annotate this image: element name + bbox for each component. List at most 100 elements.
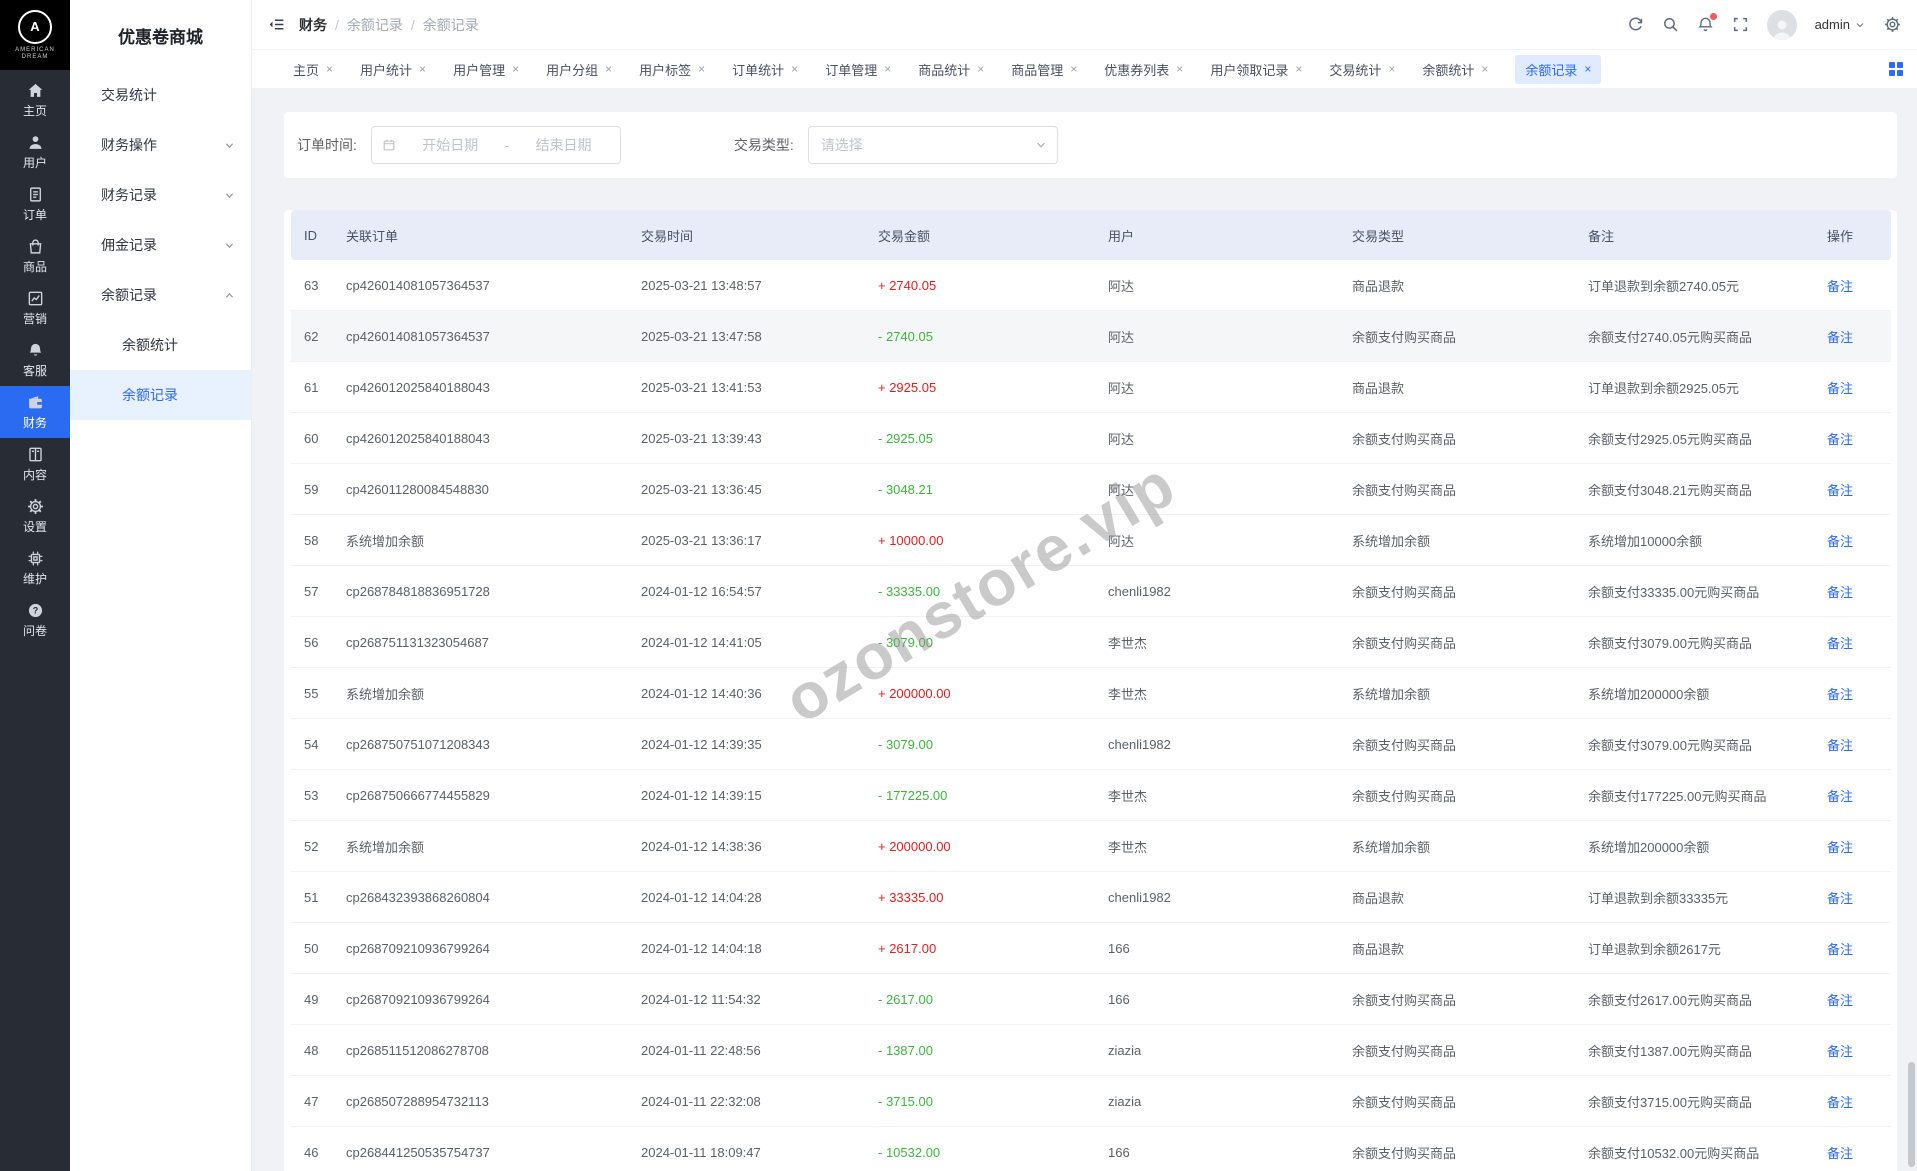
remark-action-link[interactable]: 备注 — [1827, 381, 1853, 396]
sidebar-subitem[interactable]: 余额统计 — [70, 320, 251, 370]
filter-card: 订单时间: 开始日期 - 结束日期 交易类型: 请选择 — [284, 112, 1897, 178]
tab-close-icon[interactable]: × — [605, 63, 612, 75]
tab-close-icon[interactable]: × — [326, 63, 333, 75]
main: 财务 / 余额记录 / 余额记录 — [252, 0, 1917, 1171]
rail-item-goods[interactable]: 商品 — [0, 230, 70, 282]
row-amount: + 200000.00 — [878, 821, 1108, 872]
app-logo[interactable]: A AMERICANDREAM — [0, 0, 70, 70]
remark-action-link[interactable]: 备注 — [1827, 993, 1853, 1008]
remark-action-link[interactable]: 备注 — [1827, 738, 1853, 753]
tab[interactable]: 用户管理× — [453, 55, 519, 84]
trade-type-select[interactable]: 请选择 — [808, 126, 1058, 164]
rail-item-service[interactable]: 客服 — [0, 334, 70, 386]
tab[interactable]: 订单统计× — [732, 55, 798, 84]
date-range-input[interactable]: 开始日期 - 结束日期 — [371, 126, 621, 164]
tab[interactable]: 商品管理 × — [1011, 55, 1077, 84]
sidebar-subitem[interactable]: 余额记录 — [70, 370, 251, 420]
remark-action-link[interactable]: 备注 — [1827, 279, 1853, 294]
sidebar-item[interactable]: 财务记录 — [70, 170, 251, 220]
notifications-bell-icon[interactable] — [1697, 16, 1714, 33]
remark-action-link[interactable]: 备注 — [1827, 687, 1853, 702]
remark-action-link[interactable]: 备注 — [1827, 636, 1853, 651]
breadcrumb: 财务 / 余额记录 / 余额记录 — [299, 15, 479, 35]
remark-action-link[interactable]: 备注 — [1827, 483, 1853, 498]
tab-close-icon[interactable]: × — [698, 63, 705, 75]
tab-close-icon[interactable]: × — [884, 63, 891, 75]
rail-item-finance[interactable]: 财务 — [0, 386, 70, 438]
user-menu[interactable]: admin — [1815, 17, 1866, 32]
remark-action-link[interactable]: 备注 — [1827, 891, 1853, 906]
remark-action-link[interactable]: 备注 — [1827, 1095, 1853, 1110]
row-type: 商品退款 — [1352, 362, 1588, 413]
rail-item-maintenance[interactable]: 维护 — [0, 542, 70, 594]
remark-action-link[interactable]: 备注 — [1827, 534, 1853, 549]
refresh-icon[interactable] — [1627, 16, 1644, 33]
tab-close-icon[interactable]: × — [419, 63, 426, 75]
content: 订单时间: 开始日期 - 结束日期 交易类型: 请选择 — [252, 88, 1917, 1171]
end-date-placeholder: 结束日期 — [517, 135, 610, 155]
tab-close-icon[interactable]: × — [1176, 63, 1183, 75]
tab[interactable]: 交易统计× — [1329, 55, 1395, 84]
svg-text:?: ? — [32, 606, 38, 616]
tab-close-icon[interactable]: × — [791, 63, 798, 75]
fullscreen-icon[interactable] — [1732, 16, 1749, 33]
remark-action-link[interactable]: 备注 — [1827, 1044, 1853, 1059]
row-time: 2024-01-12 14:04:18 — [641, 923, 878, 974]
tab-close-icon[interactable]: × — [512, 63, 519, 75]
rail-item-survey[interactable]: ?问卷 — [0, 594, 70, 646]
row-actions: 备注 — [1827, 923, 1891, 974]
page: A AMERICANDREAM 主页用户订单商品营销客服财务内容设置维护?问卷 … — [0, 0, 1917, 1171]
scrollbar-thumb[interactable] — [1908, 1062, 1915, 1167]
rail-item-home[interactable]: 主页 — [0, 74, 70, 126]
sidebar-item[interactable]: 余额记录 — [70, 270, 251, 320]
remark-action-link[interactable]: 备注 — [1827, 585, 1853, 600]
remark-action-link[interactable]: 备注 — [1827, 330, 1853, 345]
row-order: cp268511512086278708 — [346, 1025, 641, 1076]
tab[interactable]: 用户标签× — [639, 55, 705, 84]
tab-close-icon[interactable]: × — [1070, 63, 1077, 75]
tab[interactable]: 余额记录× — [1515, 55, 1601, 84]
tab-options-grid-icon[interactable] — [1889, 62, 1903, 76]
remark-action-link[interactable]: 备注 — [1827, 789, 1853, 804]
rail-item-marketing[interactable]: 营销 — [0, 282, 70, 334]
tab-close-icon[interactable]: × — [1481, 63, 1488, 75]
gear-icon[interactable] — [1884, 16, 1901, 33]
tab[interactable]: 主页× — [293, 55, 333, 84]
tab[interactable]: 订单管理× — [825, 55, 891, 84]
breadcrumb-finance[interactable]: 财务 — [299, 15, 327, 35]
page-scrollbar[interactable] — [1907, 0, 1917, 1171]
tab[interactable]: 余额统计× — [1422, 55, 1488, 84]
row-remark: 余额支付10532.00元购买商品 — [1588, 1127, 1827, 1171]
tab[interactable]: 优惠券列表× — [1104, 55, 1183, 84]
rail-item-content[interactable]: 内容 — [0, 438, 70, 490]
rail-item-user[interactable]: 用户 — [0, 126, 70, 178]
remark-action-link[interactable]: 备注 — [1827, 840, 1853, 855]
rail-item-settings[interactable]: 设置 — [0, 490, 70, 542]
sidebar-item[interactable]: 交易统计 — [70, 70, 251, 120]
collapse-menu-icon[interactable] — [268, 16, 285, 33]
rail-item-order[interactable]: 订单 — [0, 178, 70, 230]
row-user: 阿达 — [1108, 311, 1352, 362]
avatar[interactable] — [1767, 10, 1797, 40]
tab-label: 商品统计 — [918, 60, 970, 79]
tab[interactable]: 用户领取记录× — [1210, 55, 1302, 84]
row-order: cp268750751071208343 — [346, 719, 641, 770]
tab-label: 商品管理 — [1011, 60, 1063, 79]
sidebar-item[interactable]: 财务操作 — [70, 120, 251, 170]
search-icon[interactable] — [1662, 16, 1679, 33]
tab[interactable]: 用户分组× — [546, 55, 612, 84]
tab-close-icon[interactable]: × — [1388, 63, 1395, 75]
tab-close-icon[interactable]: × — [1295, 63, 1302, 75]
breadcrumb-balance-records[interactable]: 余额记录 — [347, 15, 403, 35]
sidebar-item[interactable]: 佣金记录 — [70, 220, 251, 270]
tab-close-icon[interactable]: × — [977, 63, 984, 75]
row-amount: + 2740.05 — [878, 260, 1108, 311]
remark-action-link[interactable]: 备注 — [1827, 432, 1853, 447]
remark-action-link[interactable]: 备注 — [1827, 1146, 1853, 1161]
tab[interactable]: 商品统计 × — [918, 55, 984, 84]
tab-close-icon[interactable]: × — [1584, 63, 1591, 75]
row-id: 60 — [291, 413, 346, 464]
username: admin — [1815, 17, 1850, 32]
tab[interactable]: 用户统计× — [360, 55, 426, 84]
remark-action-link[interactable]: 备注 — [1827, 942, 1853, 957]
